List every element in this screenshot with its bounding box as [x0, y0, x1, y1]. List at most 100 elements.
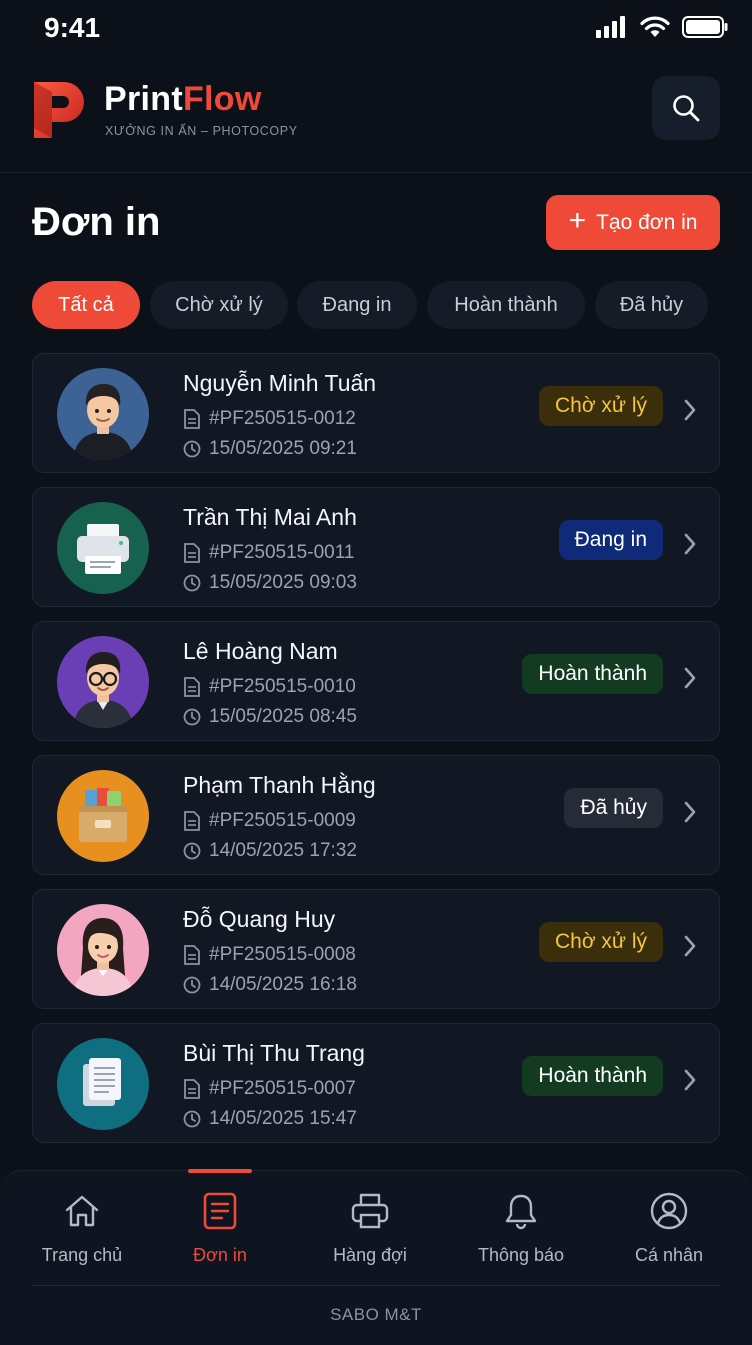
file-icon	[184, 543, 200, 563]
customer-name: Phạm Thanh Hằng	[183, 772, 376, 798]
status-icons	[596, 16, 728, 38]
chevron-right-icon	[684, 801, 696, 823]
plus-icon: +	[568, 204, 587, 237]
status-time: 9:41	[44, 12, 101, 43]
order-code-row: #PF250515-0008	[183, 944, 356, 966]
file-icon	[184, 677, 200, 697]
clock-icon	[183, 842, 201, 860]
customer-name: Trần Thị Mai Anh	[183, 504, 357, 530]
signal-icon	[596, 16, 625, 38]
active-tab-indicator	[188, 1169, 252, 1173]
user-icon	[650, 1192, 688, 1230]
app-header: PrintFlow XƯỞNG IN ẤN – PHOTOCOPY	[0, 60, 752, 173]
customer-name: Nguyễn Minh Tuấn	[183, 370, 377, 396]
order-datetime: 15/05/2025 09:21	[209, 438, 357, 459]
order-card[interactable]: Phạm Thanh Hằng #PF250515-0009 14/05/202…	[32, 755, 720, 875]
app-screen: 9:41 PrintFlow XƯỞNG IN ẤN – PHOTOCOPY Đ…	[0, 0, 752, 1345]
order-card[interactable]: Lê Hoàng Nam #PF250515-0010 15/05/2025 0…	[32, 621, 720, 741]
brand-tagline: XƯỞNG IN ẤN – PHOTOCOPY	[105, 124, 298, 138]
order-datetime: 14/05/2025 17:32	[209, 840, 357, 861]
filter-chip-pending[interactable]: Chờ xử lý	[150, 281, 288, 329]
battery-icon	[682, 16, 728, 38]
order-code-row: #PF250515-0010	[183, 676, 356, 698]
customer-avatar	[57, 636, 149, 728]
bottom-nav: Trang chủ Đơn in Hàng đợi Thông báo Cá n…	[0, 1169, 752, 1345]
order-card[interactable]: Bùi Thị Thu Trang #PF250515-0007 14/05/2…	[32, 1023, 720, 1143]
chevron-right-icon	[684, 935, 696, 957]
search-icon	[673, 95, 700, 122]
footer-text: SABO M&T	[330, 1305, 422, 1324]
filter-chip-printing[interactable]: Đang in	[297, 281, 417, 329]
brand-name-part1: Print	[104, 80, 183, 118]
order-time-row: 15/05/2025 09:21	[183, 438, 357, 460]
customer-name: Bùi Thị Thu Trang	[183, 1040, 365, 1066]
clock-icon	[183, 574, 201, 592]
order-time-row: 15/05/2025 09:03	[183, 572, 357, 594]
nav-item-profile[interactable]: Cá nhân	[604, 1189, 734, 1266]
customer-avatar	[57, 770, 149, 862]
status-badge: Chờ xử lý	[538, 922, 663, 962]
order-datetime: 15/05/2025 09:03	[209, 572, 357, 593]
order-time-row: 14/05/2025 17:32	[183, 840, 357, 862]
bell-icon	[505, 1194, 537, 1230]
customer-avatar	[57, 904, 149, 996]
nav-label-orders: Đơn in	[193, 1245, 247, 1265]
status-bar: 9:41	[0, 0, 752, 60]
customer-avatar	[57, 368, 149, 460]
chevron-right-icon	[684, 533, 696, 555]
clock-icon	[183, 440, 201, 458]
order-card[interactable]: Trần Thị Mai Anh #PF250515-0011 15/05/20…	[32, 487, 720, 607]
clock-icon	[183, 1110, 201, 1128]
filter-chip-cancelled[interactable]: Đã hủy	[595, 281, 708, 329]
order-time-row: 15/05/2025 08:45	[183, 706, 357, 728]
nav-item-queue[interactable]: Hàng đợi	[305, 1189, 435, 1266]
order-card[interactable]: Đỗ Quang Huy #PF250515-0008 14/05/2025 1…	[32, 889, 720, 1009]
create-order-label: Tạo đơn in	[596, 210, 698, 234]
search-button[interactable]	[652, 76, 720, 140]
chevron-right-icon	[684, 667, 696, 689]
nav-label-notifications: Thông báo	[477, 1245, 565, 1265]
home-icon	[65, 1195, 99, 1227]
order-code: #PF250515-0007	[209, 1078, 356, 1099]
brand-name: PrintFlow	[104, 80, 262, 119]
status-badge: Hoàn thành	[522, 654, 663, 694]
create-order-button[interactable]: + Tạo đơn in	[546, 195, 720, 250]
order-code: #PF250515-0008	[209, 944, 356, 965]
file-icon	[184, 945, 200, 965]
file-icon	[184, 1079, 200, 1099]
page-title: Đơn in	[32, 200, 161, 244]
file-icon	[184, 811, 200, 831]
order-code-row: #PF250515-0007	[183, 1078, 356, 1100]
customer-avatar	[57, 1038, 149, 1130]
status-badge: Hoàn thành	[522, 1056, 663, 1096]
filter-chip-done[interactable]: Hoàn thành	[427, 281, 585, 329]
order-card[interactable]: Nguyễn Minh Tuấn #PF250515-0012 15/05/20…	[32, 353, 720, 473]
customer-name: Đỗ Quang Huy	[183, 906, 336, 932]
clock-icon	[183, 976, 201, 994]
order-time-row: 14/05/2025 15:47	[183, 1108, 357, 1130]
order-datetime: 15/05/2025 08:45	[209, 706, 357, 727]
document-icon	[203, 1192, 237, 1230]
order-datetime: 14/05/2025 15:47	[209, 1108, 357, 1129]
order-code: #PF250515-0012	[209, 408, 356, 429]
customer-avatar	[57, 502, 149, 594]
order-time-row: 14/05/2025 16:18	[183, 974, 357, 996]
nav-label-home: Trang chủ	[41, 1245, 123, 1265]
file-icon	[184, 409, 200, 429]
status-badge: Đang in	[558, 520, 663, 560]
status-badge: Chờ xử lý	[538, 386, 663, 426]
nav-item-orders[interactable]: Đơn in	[155, 1189, 285, 1266]
chevron-right-icon	[684, 1069, 696, 1091]
wifi-icon	[640, 16, 670, 37]
order-code: #PF250515-0009	[209, 810, 356, 831]
printer-icon	[351, 1193, 389, 1229]
nav-label-profile: Cá nhân	[634, 1245, 704, 1265]
printflow-logo-icon	[34, 82, 84, 138]
order-code-row: #PF250515-0011	[183, 542, 354, 564]
nav-item-notifications[interactable]: Thông báo	[456, 1189, 586, 1266]
nav-label-queue: Hàng đợi	[333, 1245, 407, 1265]
filter-chip-all[interactable]: Tất cả	[32, 281, 140, 329]
nav-item-home[interactable]: Trang chủ	[17, 1189, 147, 1266]
order-code: #PF250515-0010	[209, 676, 356, 697]
status-badge: Đã hủy	[564, 788, 663, 828]
